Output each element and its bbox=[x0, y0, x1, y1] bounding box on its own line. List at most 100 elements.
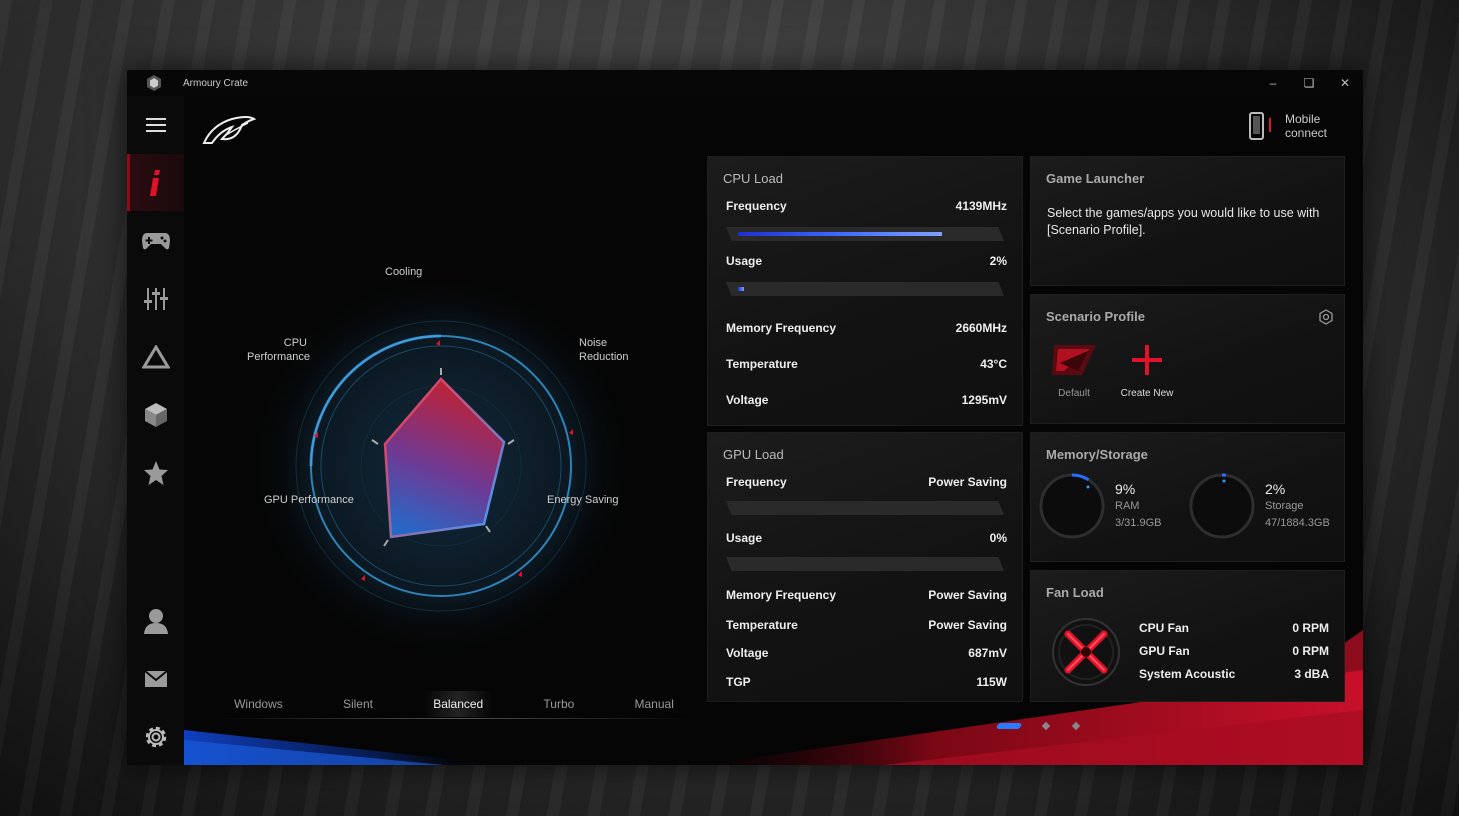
scenario-create-label: Create New bbox=[1120, 388, 1174, 399]
sidebar-item-news[interactable] bbox=[127, 650, 184, 707]
mail-icon bbox=[143, 669, 168, 687]
page-dot-3[interactable] bbox=[1071, 721, 1081, 731]
aura-icon bbox=[141, 344, 170, 368]
sidebar-item-featured[interactable] bbox=[127, 444, 184, 501]
gpu-temp-label: Temperature bbox=[726, 618, 798, 632]
cpu-load-panel[interactable]: CPU Load Frequency 4139MHz Usage 2% Memo… bbox=[707, 156, 1023, 426]
page-dot-1[interactable] bbox=[995, 723, 1023, 729]
gamepad-icon bbox=[141, 232, 170, 249]
cpu-temp-value: 43°C bbox=[980, 357, 1007, 371]
gpu-frequency-bar bbox=[726, 501, 1004, 515]
gpu-temp-value: Power Saving bbox=[928, 618, 1007, 632]
window-title: Armoury Crate bbox=[183, 77, 249, 89]
mode-turbo[interactable]: Turbo bbox=[533, 691, 584, 717]
ram-gauge-ring bbox=[1039, 473, 1105, 539]
cpu-usage-value: 2% bbox=[989, 254, 1007, 268]
default-profile-icon bbox=[1052, 345, 1096, 375]
cpu-frequency-row: Frequency 4139MHz bbox=[726, 199, 1007, 213]
cpu-memfreq-row: Memory Frequency 2660MHz bbox=[726, 321, 1007, 335]
radar-label-cpu: CPU Performance bbox=[247, 336, 310, 364]
scenario-profile-panel: Scenario Profile Default Create New bbox=[1030, 294, 1345, 424]
storage-detail: 47/1884.3GB bbox=[1265, 517, 1330, 529]
mobile-connect-button[interactable]: Mobile connect bbox=[1248, 112, 1327, 140]
fan-load-panel[interactable]: Fan Load CPU Fan 0 RPM GPU Fan 0 RPM Sys… bbox=[1030, 570, 1345, 702]
window-controls: – ❏ ✕ bbox=[1255, 70, 1363, 96]
ram-percent: 9% bbox=[1115, 481, 1136, 497]
app-window: Armoury Crate – ❏ ✕ Mobile connect Cooli… bbox=[127, 70, 1363, 765]
radar-label-energy: Energy Saving bbox=[547, 494, 619, 506]
mode-balanced[interactable]: Balanced bbox=[423, 691, 494, 717]
sidebar-item-settings-sliders[interactable] bbox=[127, 270, 184, 327]
gpu-memfreq-value: Power Saving bbox=[928, 588, 1007, 602]
cpu-usage-bar bbox=[726, 282, 1004, 296]
fan-load-title: Fan Load bbox=[1046, 585, 1104, 600]
cpu-frequency-value: 4139MHz bbox=[955, 199, 1007, 213]
mode-silent[interactable]: Silent bbox=[333, 691, 383, 717]
sidebar-item-user[interactable] bbox=[127, 592, 184, 649]
fan-icon bbox=[1052, 618, 1120, 686]
gpu-load-panel[interactable]: GPU Load Frequency Power Saving Usage 0%… bbox=[707, 432, 1023, 702]
scenario-create-new[interactable]: Create New bbox=[1119, 341, 1175, 399]
radar-label-noise-line2: Reduction bbox=[579, 351, 629, 363]
page-dot-2[interactable] bbox=[1041, 721, 1051, 731]
phone-icon bbox=[1248, 112, 1271, 140]
acoustic-row: System Acoustic 3 dBA bbox=[1139, 667, 1329, 681]
menu-button[interactable] bbox=[127, 96, 184, 153]
scenario-default[interactable]: Default bbox=[1049, 341, 1099, 399]
maximize-button[interactable]: ❏ bbox=[1291, 70, 1327, 96]
close-button[interactable]: ✕ bbox=[1327, 70, 1363, 96]
cpu-voltage-value: 1295mV bbox=[961, 393, 1007, 407]
cpu-load-title: CPU Load bbox=[723, 171, 783, 186]
gpu-fan-value: 0 RPM bbox=[1292, 644, 1329, 658]
game-launcher-description: Select the games/apps you would like to … bbox=[1047, 206, 1320, 237]
memory-storage-panel[interactable]: Memory/Storage 9% RAM 3/31.9GB 2% Storag… bbox=[1030, 432, 1345, 562]
ram-gauge: 9% RAM 3/31.9GB bbox=[1037, 471, 1161, 541]
cpu-temp-row: Temperature 43°C bbox=[726, 357, 1007, 371]
sidebar-item-gamevisual[interactable] bbox=[127, 212, 184, 269]
storage-percent: 2% bbox=[1265, 481, 1286, 497]
radar-label-cooling: Cooling bbox=[385, 266, 423, 278]
radar-label-noise-line1: Noise bbox=[579, 337, 608, 349]
scenario-settings-icon[interactable] bbox=[1318, 309, 1334, 325]
sidebar-item-device[interactable] bbox=[127, 386, 184, 443]
gpu-frequency-row: Frequency Power Saving bbox=[726, 475, 1007, 489]
mode-manual[interactable]: Manual bbox=[625, 691, 684, 717]
sidebar-item-settings[interactable] bbox=[127, 708, 184, 765]
game-launcher-panel[interactable]: Game Launcher Select the games/apps you … bbox=[1030, 156, 1345, 286]
cpu-frequency-bar bbox=[726, 227, 1004, 241]
gpu-frequency-value: Power Saving bbox=[928, 475, 1007, 489]
gpu-voltage-value: 687mV bbox=[968, 646, 1007, 660]
gpu-fan-label: GPU Fan bbox=[1139, 644, 1190, 658]
memory-storage-title: Memory/Storage bbox=[1046, 447, 1148, 462]
storage-label: Storage bbox=[1265, 500, 1304, 512]
mobile-connect-label-2: connect bbox=[1284, 126, 1327, 140]
cpu-voltage-label: Voltage bbox=[726, 393, 769, 407]
storage-gauge: 2% Storage 47/1884.3GB bbox=[1187, 471, 1330, 541]
game-launcher-title: Game Launcher bbox=[1046, 171, 1145, 186]
operating-mode-selector: Windows Silent Balanced Turbo Manual bbox=[184, 688, 704, 720]
sidebar-item-aura[interactable] bbox=[127, 328, 184, 385]
scenario-profile-title: Scenario Profile bbox=[1046, 309, 1145, 324]
radar-label-cpu-line1: CPU bbox=[283, 337, 307, 349]
mode-windows[interactable]: Windows bbox=[224, 691, 293, 717]
minimize-button[interactable]: – bbox=[1255, 70, 1291, 96]
radar-label-gpu: GPU Performance bbox=[264, 494, 354, 506]
mobile-connect-label-1: Mobile bbox=[1284, 112, 1321, 126]
cpu-fan-row: CPU Fan 0 RPM bbox=[1139, 621, 1329, 635]
sidebar bbox=[127, 96, 184, 765]
sidebar-item-home[interactable] bbox=[127, 154, 184, 211]
gpu-load-title: GPU Load bbox=[723, 447, 784, 462]
cpu-memfreq-label: Memory Frequency bbox=[726, 321, 837, 335]
gear-icon bbox=[145, 726, 166, 747]
cpu-usage-row: Usage 2% bbox=[726, 254, 1007, 268]
gpu-memfreq-label: Memory Frequency bbox=[726, 588, 837, 602]
acoustic-label: System Acoustic bbox=[1139, 667, 1236, 681]
radar-label-noise: Noise Reduction bbox=[579, 336, 629, 364]
radar-label-cpu-line2: Performance bbox=[247, 351, 310, 363]
sliders-icon bbox=[143, 287, 168, 310]
title-bar: Armoury Crate – ❏ ✕ bbox=[127, 70, 1363, 96]
mode-divider bbox=[217, 718, 697, 719]
gpu-usage-label: Usage bbox=[726, 531, 763, 545]
gpu-temp-row: Temperature Power Saving bbox=[726, 618, 1007, 632]
gpu-tgp-row: TGP 115W bbox=[726, 675, 1007, 689]
